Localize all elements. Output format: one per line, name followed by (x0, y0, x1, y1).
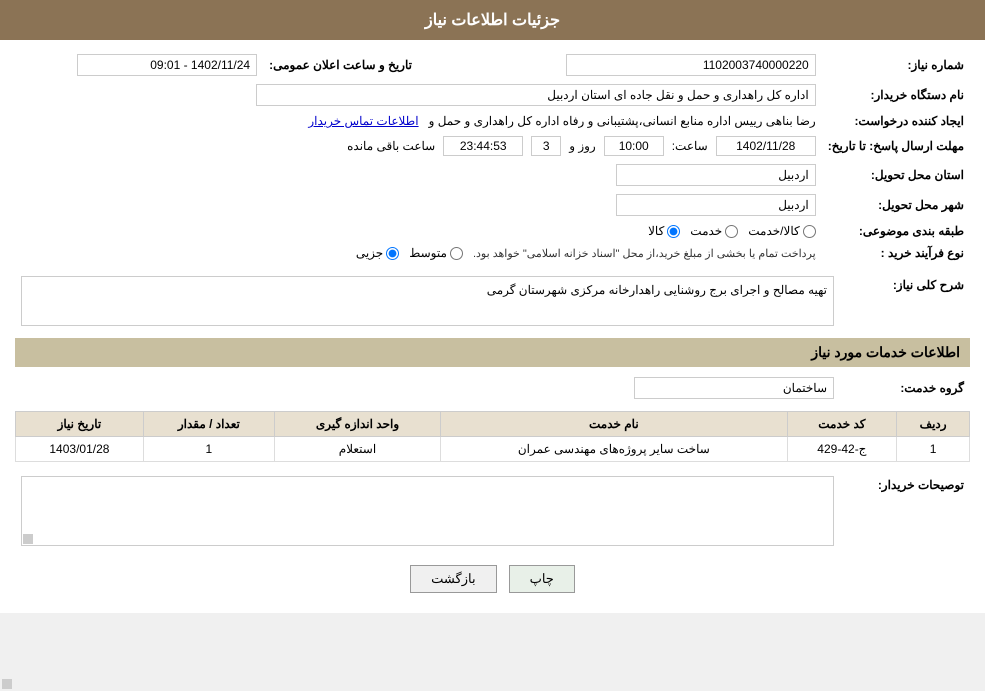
resize-handle-buyer[interactable] (23, 534, 33, 544)
row-buyer: نام دستگاه خریدار: اداره کل راهداری و حم… (15, 80, 970, 110)
row-creator: ایجاد کننده درخواست: رضا بناهی رییس ادار… (15, 110, 970, 132)
announce-value-box: 1402/11/24 - 09:01 (77, 54, 257, 76)
request-number-value: 1102003740000220 (483, 50, 822, 80)
services-header-row: ردیف کد خدمت نام خدمت واحد اندازه گیری ت… (16, 412, 970, 437)
radio-mutavasset[interactable]: متوسط (409, 246, 463, 260)
description-label: شرح کلی نیاز: (840, 272, 970, 330)
buyer-desc-table: توصیحات خریدار: (15, 472, 970, 550)
service-group-label: گروه خدمت: (840, 373, 970, 403)
row-province: استان محل تحویل: اردبیل (15, 160, 970, 190)
services-tbody: 1ج-42-429ساخت سایر پروژه‌های مهندسی عمرا… (16, 437, 970, 462)
row-category: طبقه بندی موضوعی: کالا/خدمت خدمت (15, 220, 970, 242)
row-description: شرح کلی نیاز: تهیه مصالح و اجرای برج روش… (15, 272, 970, 330)
buyer-value-box: اداره کل راهداری و حمل و نقل جاده ای است… (256, 84, 816, 106)
services-section-header: اطلاعات خدمات مورد نیاز (15, 338, 970, 367)
deadline-row: 1402/11/28 ساعت: 10:00 روز و 3 23:44:53 (21, 136, 816, 156)
col-row-num: ردیف (897, 412, 970, 437)
city-label: شهر محل تحویل: (822, 190, 970, 220)
radio-khedmat[interactable]: خدمت (690, 224, 738, 238)
button-row: چاپ بازگشت (15, 565, 970, 593)
resize-handle[interactable] (2, 679, 12, 689)
purchase-note: پرداخت تمام یا بخشی از مبلغ خرید،از محل … (473, 247, 816, 260)
announce-label: تاریخ و ساعت اعلان عمومی: (263, 50, 463, 80)
buyer-desc-box (21, 476, 834, 546)
buyer-label: نام دستگاه خریدار: (822, 80, 970, 110)
province-label: استان محل تحویل: (822, 160, 970, 190)
days-label: روز و (569, 139, 596, 153)
radio-kala[interactable]: کالا (648, 224, 680, 238)
col-date: تاریخ نیاز (16, 412, 144, 437)
request-number-label: شماره نیاز: (822, 50, 970, 80)
remaining-label: ساعت باقی مانده (347, 139, 435, 153)
province-value-box: اردبیل (616, 164, 816, 186)
back-button[interactable]: بازگشت (410, 565, 496, 593)
col-quantity: تعداد / مقدار (143, 412, 274, 437)
row-city: شهر محل تحویل: اردبیل (15, 190, 970, 220)
page-wrapper: جزئیات اطلاعات نیاز شماره نیاز: 11020037… (0, 0, 985, 613)
info-table: شماره نیاز: 1102003740000220 تاریخ و ساع… (15, 50, 970, 264)
col-code: کد خدمت (787, 412, 897, 437)
city-value-box: اردبیل (616, 194, 816, 216)
category-label: طبقه بندی موضوعی: (822, 220, 970, 242)
col-unit: واحد اندازه گیری (274, 412, 440, 437)
services-thead: ردیف کد خدمت نام خدمت واحد اندازه گیری ت… (16, 412, 970, 437)
row-deadline: مهلت ارسال پاسخ: تا تاریخ: 1402/11/28 سا… (15, 132, 970, 160)
purchase-type-radio-group: پرداخت تمام یا بخشی از مبلغ خرید،از محل … (21, 246, 816, 260)
deadline-time-box: 10:00 (604, 136, 664, 156)
buyer-desc-label: توصیحات خریدار: (840, 472, 970, 550)
page-header: جزئیات اطلاعات نیاز (0, 0, 985, 40)
request-number-box: 1102003740000220 (566, 54, 816, 76)
deadline-label: مهلت ارسال پاسخ: تا تاریخ: (822, 132, 970, 160)
deadline-date-box: 1402/11/28 (716, 136, 816, 156)
description-table: شرح کلی نیاز: تهیه مصالح و اجرای برج روش… (15, 272, 970, 330)
services-table: ردیف کد خدمت نام خدمت واحد اندازه گیری ت… (15, 411, 970, 462)
table-row: 1ج-42-429ساخت سایر پروژه‌های مهندسی عمرا… (16, 437, 970, 462)
deadline-time-label: ساعت: (672, 139, 708, 153)
radio-kala-khedmat[interactable]: کالا/خدمت (748, 224, 815, 238)
purchase-type-label: نوع فرآیند خرید : (822, 242, 970, 264)
creator-value: رضا بناهی رییس اداره منابع انسانی،پشتیبا… (429, 114, 816, 128)
row-purchase-type: نوع فرآیند خرید : پرداخت تمام یا بخشی از… (15, 242, 970, 264)
days-value-box: 3 (531, 136, 561, 156)
service-group-value-box: ساختمان (634, 377, 834, 399)
row-buyer-desc: توصیحات خریدار: (15, 472, 970, 550)
page-title: جزئیات اطلاعات نیاز (425, 12, 560, 29)
col-name: نام خدمت (441, 412, 787, 437)
radio-jozi[interactable]: جزیی (356, 246, 399, 260)
creator-label: ایجاد کننده درخواست: (822, 110, 970, 132)
contact-link[interactable]: اطلاعات تماس خریدار (308, 114, 418, 128)
print-button[interactable]: چاپ (509, 565, 575, 593)
row-request-number: شماره نیاز: 1102003740000220 تاریخ و ساع… (15, 50, 970, 80)
content-area: شماره نیاز: 1102003740000220 تاریخ و ساع… (0, 40, 985, 613)
description-box: تهیه مصالح و اجرای برج روشنایی راهدارخان… (21, 276, 834, 326)
service-group-table: گروه خدمت: ساختمان (15, 373, 970, 403)
category-radio-group: کالا/خدمت خدمت کالا (21, 224, 816, 238)
remaining-time-box: 23:44:53 (443, 136, 523, 156)
row-service-group: گروه خدمت: ساختمان (15, 373, 970, 403)
